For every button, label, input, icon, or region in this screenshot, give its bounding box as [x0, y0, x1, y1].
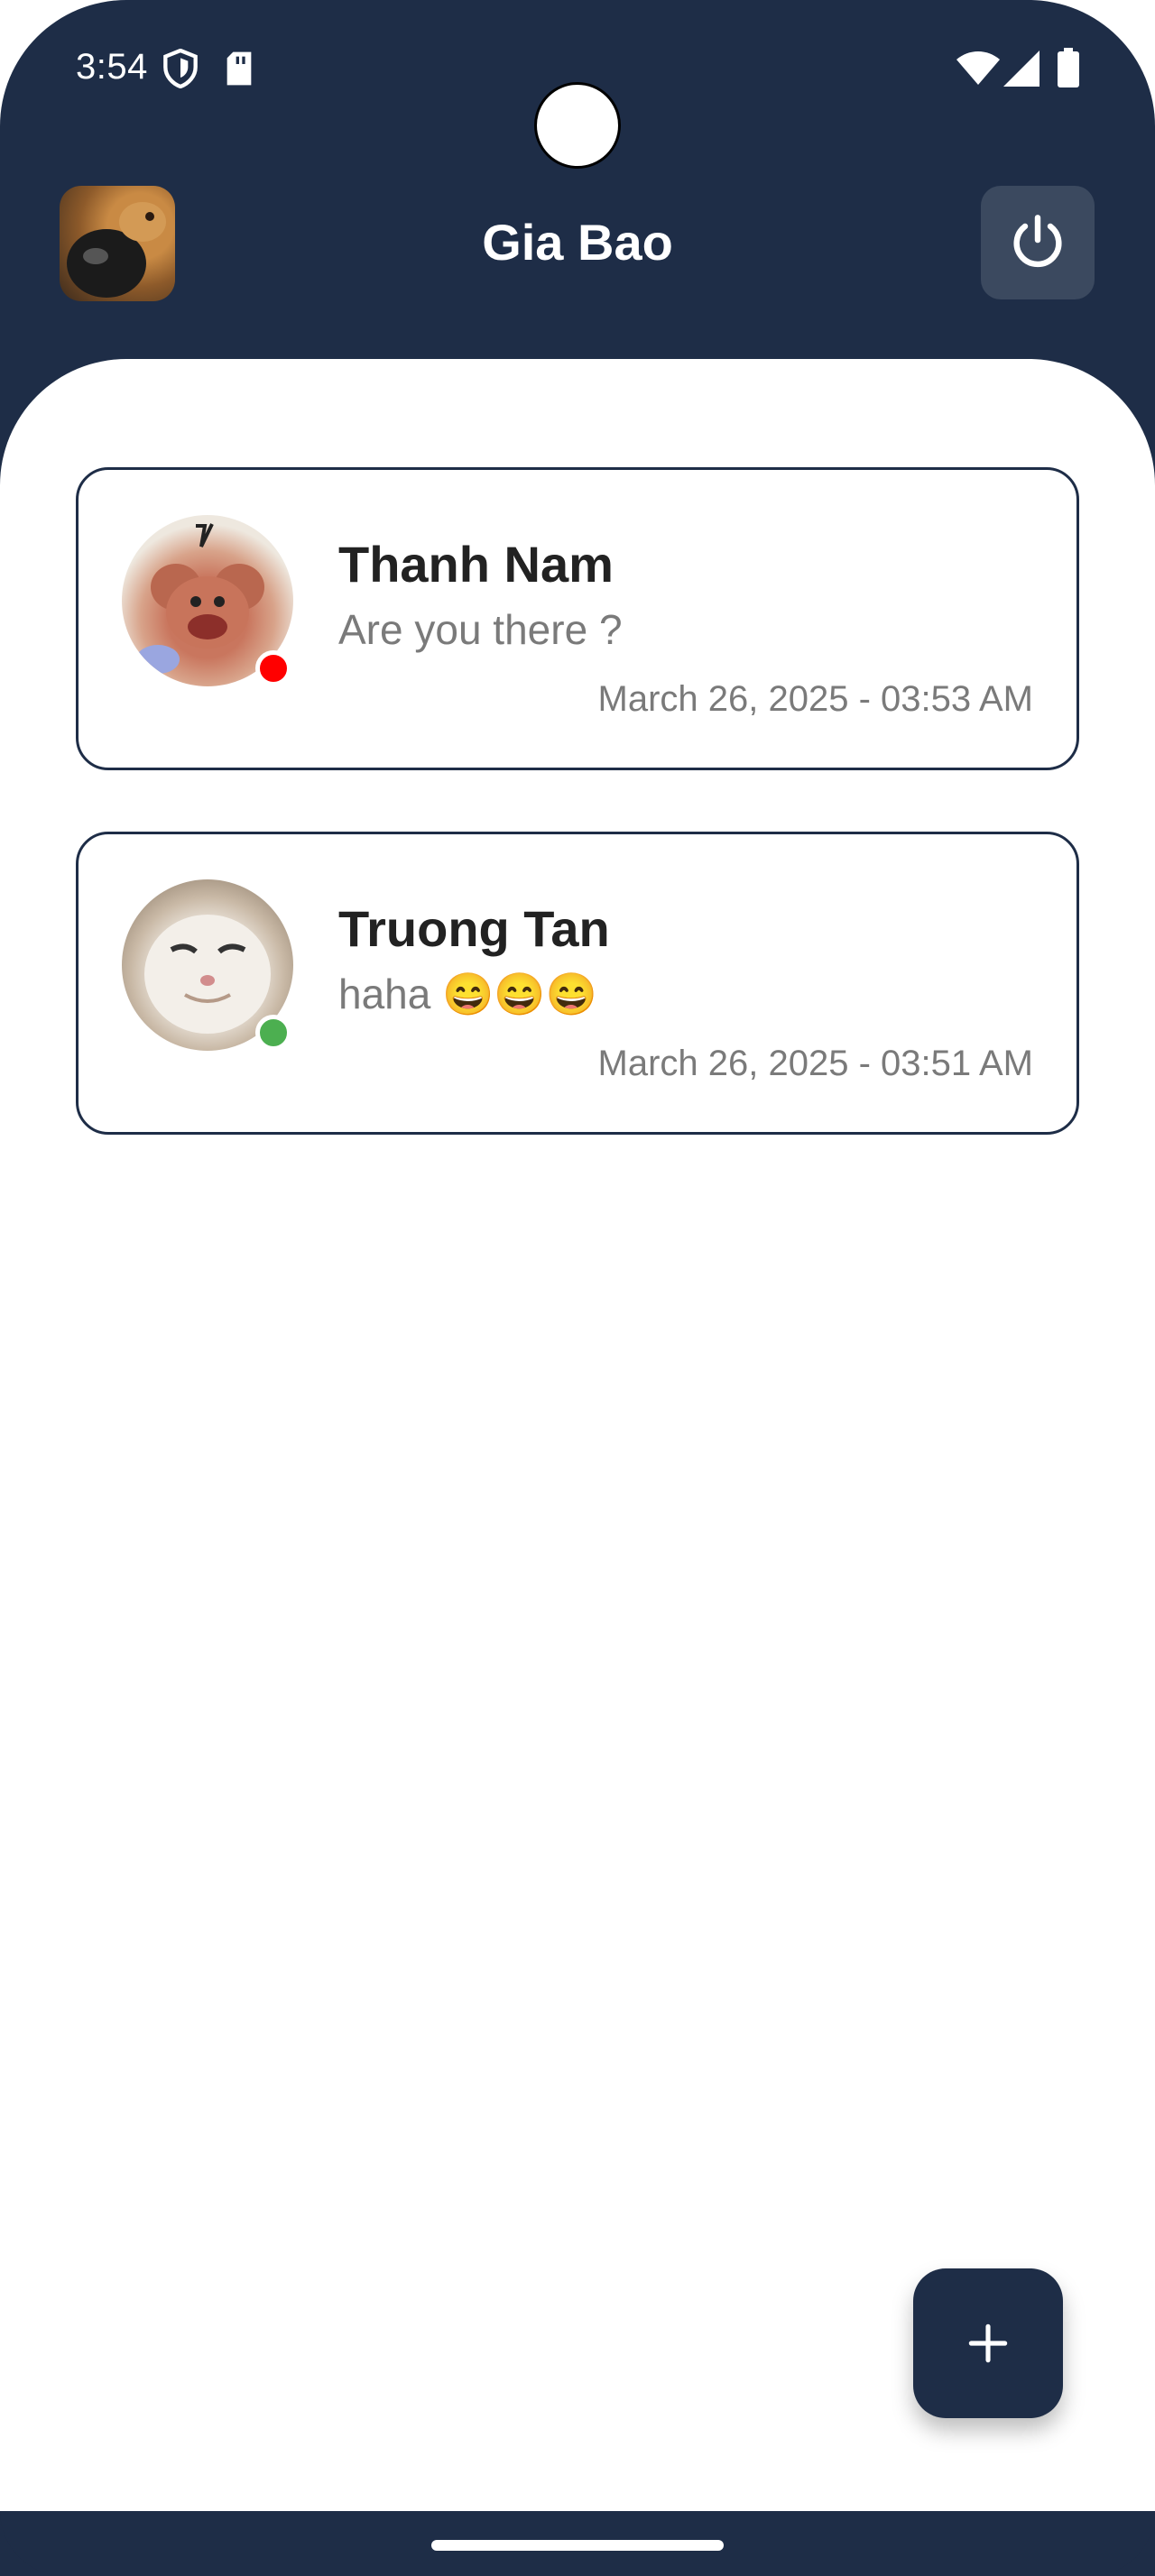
power-button[interactable]: [981, 186, 1095, 299]
page-title: Gia Bao: [482, 214, 673, 271]
sd-card-icon: [226, 51, 252, 86]
status-indicator-online: [255, 1015, 291, 1051]
status-bar: 3:54: [0, 36, 1155, 169]
wifi-icon: [956, 51, 1000, 85]
message-timestamp: March 26, 2025 - 03:51 AM: [597, 1044, 1034, 1083]
chat-item[interactable]: Thanh Nam Are you there ? March 26, 2025…: [76, 467, 1079, 770]
chat-item[interactable]: Truong Tan haha 😄😄😄 March 26, 2025 - 03:…: [76, 832, 1079, 1135]
status-indicator-offline: [255, 650, 291, 686]
plus-icon: [968, 2323, 1008, 2363]
app-screen: 3:54 Gia Bao Thanh Nam Are you there ? M…: [0, 0, 1155, 2576]
app-header: Gia Bao: [0, 180, 1155, 307]
message-timestamp: March 26, 2025 - 03:53 AM: [597, 679, 1034, 719]
power-icon: [1013, 215, 1062, 268]
signal-icon: [1003, 51, 1040, 87]
home-indicator[interactable]: [431, 2540, 724, 2551]
chat-list: Thanh Nam Are you there ? March 26, 2025…: [0, 359, 1155, 2511]
status-time: 3:54: [76, 47, 148, 87]
last-message: Are you there ?: [338, 606, 623, 653]
last-message: haha 😄😄😄: [338, 971, 597, 1017]
new-chat-button[interactable]: [913, 2268, 1063, 2418]
contact-name: Truong Tan: [338, 900, 610, 957]
profile-avatar-image: [67, 202, 166, 298]
contact-name: Thanh Nam: [338, 536, 614, 593]
camera-cutout: [534, 82, 621, 169]
battery-icon: [1058, 48, 1079, 87]
profile-avatar[interactable]: [60, 186, 175, 301]
shield-icon: [163, 49, 198, 88]
